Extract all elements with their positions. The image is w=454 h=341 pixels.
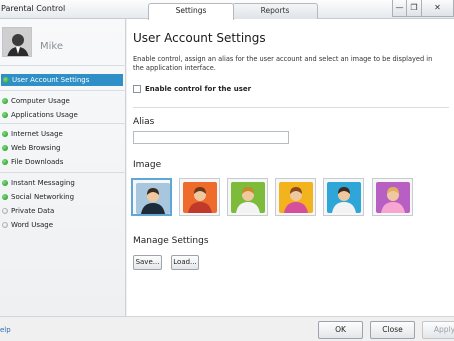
woman-orange-avatar-icon (183, 182, 217, 213)
username-label: Mike (40, 41, 63, 52)
image-heading: Image (133, 160, 162, 170)
status-off-icon (2, 208, 8, 214)
footer-bar: elp OK Close Apply (0, 316, 454, 341)
avatar-option-6[interactable] (372, 178, 413, 216)
checkbox-label[interactable]: Enable control for the user (145, 85, 251, 93)
sidebar-divider (0, 123, 126, 124)
status-on-icon (2, 194, 8, 200)
status-on-icon (2, 180, 8, 186)
sidebar-item-file-downloads[interactable]: File Downloads (0, 156, 122, 168)
man-blue-avatar-icon (327, 182, 361, 213)
help-link[interactable]: elp (0, 326, 11, 334)
sidebar-item-user-account-settings[interactable]: User Account Settings (1, 74, 123, 86)
sidebar-item-word-usage[interactable]: Word Usage (0, 219, 122, 231)
sidebar-item-applications-usage[interactable]: Applications Usage (0, 109, 122, 121)
sidebar-item-social-networking[interactable]: Social Networking (0, 191, 122, 203)
close-icon: ✕ (434, 3, 441, 12)
sidebar-item-web-browsing[interactable]: Web Browsing (0, 142, 122, 154)
sidebar-item-label: Applications Usage (11, 111, 78, 119)
restore-icon: ❐ (410, 3, 418, 12)
sidebar-item-label: Computer Usage (11, 97, 70, 105)
window-title: Parental Control (1, 4, 66, 13)
boy-green-avatar-icon (231, 182, 265, 213)
close-window-button[interactable]: ✕ (421, 0, 454, 17)
status-on-icon (2, 112, 8, 118)
minimize-button[interactable]: — (392, 0, 407, 17)
alias-heading: Alias (133, 117, 155, 127)
status-off-icon (2, 222, 8, 228)
sidebar-item-label: Instant Messaging (11, 179, 75, 187)
avatar-option-3[interactable] (227, 178, 268, 216)
status-on-icon (2, 98, 8, 104)
checkbox-box[interactable] (133, 85, 141, 93)
avatar-option-4[interactable] (275, 178, 316, 216)
tab-reports[interactable]: Reports (232, 3, 318, 19)
avatar-option-5[interactable] (323, 178, 364, 216)
manage-settings-heading: Manage Settings (133, 236, 209, 246)
sidebar-item-private-data[interactable]: Private Data (0, 205, 122, 217)
save-settings-button[interactable]: Save... (133, 255, 162, 270)
status-on-icon (2, 145, 8, 151)
avatar-option-1[interactable] (131, 178, 172, 216)
sidebar: Mike User Account Settings Computer Usage… (0, 19, 126, 316)
sidebar-item-label: Internet Usage (11, 130, 63, 138)
sidebar-item-computer-usage[interactable]: Computer Usage (0, 95, 122, 107)
status-on-icon (2, 131, 8, 137)
page-description: Enable control, assign an alias for the … (133, 55, 433, 72)
sidebar-item-internet-usage[interactable]: Internet Usage (0, 128, 122, 140)
close-button[interactable]: Close (370, 321, 415, 339)
title-bar: Parental Control Settings Reports — ❐ ✕ (0, 0, 454, 20)
alias-input[interactable] (133, 131, 289, 144)
sidebar-item-label: File Downloads (11, 158, 64, 166)
girl-purple-avatar-icon (376, 182, 410, 213)
man-in-suit-avatar-icon (136, 183, 170, 214)
restore-button[interactable]: ❐ (406, 0, 422, 17)
section-divider (133, 107, 449, 108)
user-silhouette-icon (3, 28, 31, 56)
page-title: User Account Settings (133, 31, 266, 45)
ok-button[interactable]: OK (318, 321, 363, 339)
sidebar-item-label: Web Browsing (11, 144, 61, 152)
load-settings-button[interactable]: Load... (171, 255, 199, 270)
tab-settings[interactable]: Settings (148, 3, 234, 20)
status-on-icon (2, 159, 8, 165)
apply-button[interactable]: Apply (422, 321, 454, 339)
sidebar-divider (0, 65, 126, 66)
user-avatar (2, 27, 32, 57)
sidebar-item-instant-messaging[interactable]: Instant Messaging (0, 177, 122, 189)
main-panel: User Account Settings Enable control, as… (127, 19, 454, 316)
status-on-icon (3, 77, 9, 83)
sidebar-item-label: Social Networking (11, 193, 75, 201)
girl-yellow-avatar-icon (279, 182, 313, 213)
sidebar-item-label: Word Usage (11, 221, 54, 229)
minimize-icon: — (395, 3, 404, 12)
sidebar-item-label: Private Data (11, 207, 55, 215)
sidebar-divider (0, 172, 126, 173)
sidebar-item-label: User Account Settings (12, 76, 90, 84)
avatar-option-2[interactable] (179, 178, 220, 216)
sidebar-divider (0, 90, 126, 91)
